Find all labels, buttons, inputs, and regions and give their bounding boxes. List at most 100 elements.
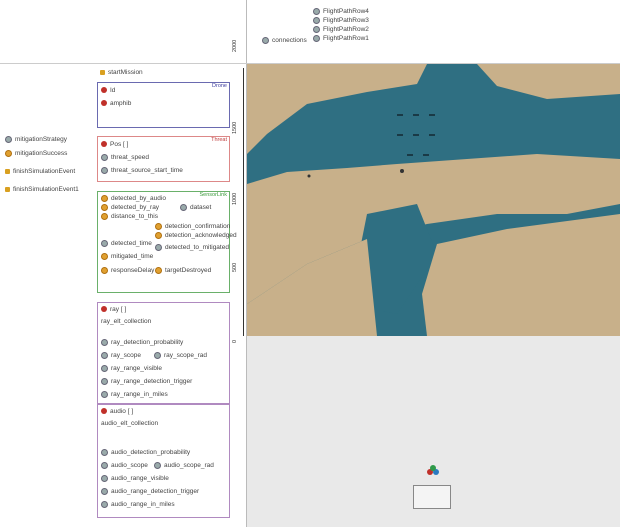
axis-line [243, 68, 244, 336]
variable-icon [154, 352, 161, 359]
lightning-icon [100, 69, 105, 75]
param-icon [101, 141, 107, 148]
mitigation-success[interactable]: mitigationSuccess [5, 150, 67, 157]
start-mission-item[interactable]: startMission [100, 69, 143, 76]
mitigation-strategy[interactable]: mitigationStrategy [5, 136, 67, 143]
path-icon [313, 35, 320, 42]
threat-speed[interactable]: threat_speed [101, 154, 149, 161]
ray-detection-probability[interactable]: ray_detection_probability [101, 339, 183, 346]
land-bottom-right [422, 214, 620, 336]
ray-array[interactable]: ray [ ] [101, 306, 126, 313]
connections-icon [262, 37, 269, 44]
drone-tag: Drone [212, 83, 227, 89]
finish-simulation-event1[interactable]: finishSimulationEvent1 [5, 186, 79, 193]
sensor-tag: SensorLink [199, 192, 227, 198]
drone-amphib[interactable]: amphib [101, 100, 131, 107]
variable-icon [155, 223, 162, 230]
axis-tick-1000: 1000 [232, 192, 238, 205]
canvas-box[interactable] [413, 485, 451, 509]
detected-by-audio[interactable]: detected_by_audio [101, 195, 166, 202]
axis-tick-500: 500 [232, 262, 238, 272]
ray-scope-rad[interactable]: ray_scope_rad [154, 352, 207, 359]
dataset-icon [180, 204, 187, 211]
sensor-panel: SensorLink detected_by_audio detected_by… [97, 191, 237, 293]
land-top-right [477, 64, 620, 99]
flight-path-row3[interactable]: FlightPathRow3 [313, 17, 369, 24]
variable-icon [101, 501, 108, 508]
audio-detection-probability[interactable]: audio_detection_probability [101, 449, 190, 456]
path-icon [313, 26, 320, 33]
param-icon [101, 100, 107, 107]
distance-to-this[interactable]: distance_to_this [101, 213, 158, 220]
variable-icon [101, 195, 108, 202]
drone-id[interactable]: Id [101, 87, 115, 94]
ray-range-in-miles[interactable]: ray_range_in_miles [101, 391, 168, 398]
variable-icon [154, 462, 161, 469]
param-icon [101, 408, 107, 415]
land-top-left [247, 64, 427, 154]
detection-acknowledged[interactable]: detection_acknowledged [155, 232, 237, 239]
map-view[interactable] [247, 64, 620, 336]
variable-icon [101, 253, 108, 260]
flight-path-row1[interactable]: FlightPathRow1 [313, 35, 369, 42]
audio-scope-rad[interactable]: audio_scope_rad [154, 462, 214, 469]
detected-by-ray[interactable]: detected_by_ray [101, 204, 159, 211]
variable-icon [101, 449, 108, 456]
connections-item[interactable]: connections [262, 37, 307, 44]
ray-range-visible[interactable]: ray_range_visible [101, 365, 162, 372]
variable-icon [155, 267, 162, 274]
threat-start-time[interactable]: threat_source_start_time [101, 167, 183, 174]
variable-icon [101, 167, 108, 174]
ray-elt-collection[interactable]: ray_elt_collection [101, 318, 151, 325]
audio-range-in-miles[interactable]: audio_range_in_miles [101, 501, 175, 508]
variable-icon [5, 150, 12, 157]
audio-array[interactable]: audio [ ] [101, 408, 133, 415]
variable-icon [101, 154, 108, 161]
audio-panel: audio [ ] audio_elt_collection audio_det… [97, 404, 230, 518]
variable-icon [101, 488, 108, 495]
audio-scope[interactable]: audio_scope [101, 462, 148, 469]
ray-range-detection-trigger[interactable]: ray_range_detection_trigger [101, 378, 192, 385]
response-delay[interactable]: responseDelay [101, 267, 154, 274]
variable-icon [101, 240, 108, 247]
path-icon [313, 17, 320, 24]
variable-icon [101, 204, 108, 211]
map-svg [247, 64, 620, 336]
variable-icon [155, 232, 162, 239]
axis-tick-1500: 1500 [232, 121, 238, 134]
ray-scope[interactable]: ray_scope [101, 352, 141, 359]
axis-tick-2000: 2000 [232, 39, 238, 52]
axis-tick-0: 0 [232, 339, 238, 343]
finish-simulation-event[interactable]: finishSimulationEvent [5, 168, 75, 175]
flight-path-row2[interactable]: FlightPathRow2 [313, 26, 369, 33]
mitigated-time[interactable]: mitigated_time [101, 253, 153, 260]
detected-to-mitigated[interactable]: detected_to_mitigated [155, 244, 229, 251]
variable-icon [101, 475, 108, 482]
variable-icon [5, 136, 12, 143]
variable-icon [101, 352, 108, 359]
threat-pos[interactable]: Pos [ ] [101, 141, 128, 148]
variable-icon [155, 244, 162, 251]
flight-path-row4[interactable]: FlightPathRow4 [313, 8, 369, 15]
drone-panel: Drone Id amphib [97, 82, 230, 128]
variable-icon [101, 365, 108, 372]
variable-icon [101, 339, 108, 346]
detected-time[interactable]: detected_time [101, 240, 152, 247]
audio-range-detection-trigger[interactable]: audio_range_detection_trigger [101, 488, 199, 495]
threat-panel: Threat Pos [ ] threat_speed threat_sourc… [97, 136, 230, 182]
dataset[interactable]: dataset [180, 204, 211, 211]
variable-icon [101, 391, 108, 398]
variable-icon [101, 378, 108, 385]
rgb-widget-icon[interactable] [426, 464, 440, 478]
param-icon [101, 87, 107, 94]
lightning-icon [5, 186, 10, 192]
audio-range-visible[interactable]: audio_range_visible [101, 475, 169, 482]
param-icon [101, 306, 107, 313]
detection-confirmation[interactable]: detection_confirmation [155, 223, 230, 230]
target-destroyed[interactable]: targetDestroyed [155, 267, 211, 274]
ray-panel: ray [ ] ray_elt_collection ray_detection… [97, 302, 230, 404]
variable-icon [101, 213, 108, 220]
audio-elt-collection[interactable]: audio_elt_collection [101, 420, 158, 427]
path-icon [313, 8, 320, 15]
lightning-icon [5, 168, 10, 174]
